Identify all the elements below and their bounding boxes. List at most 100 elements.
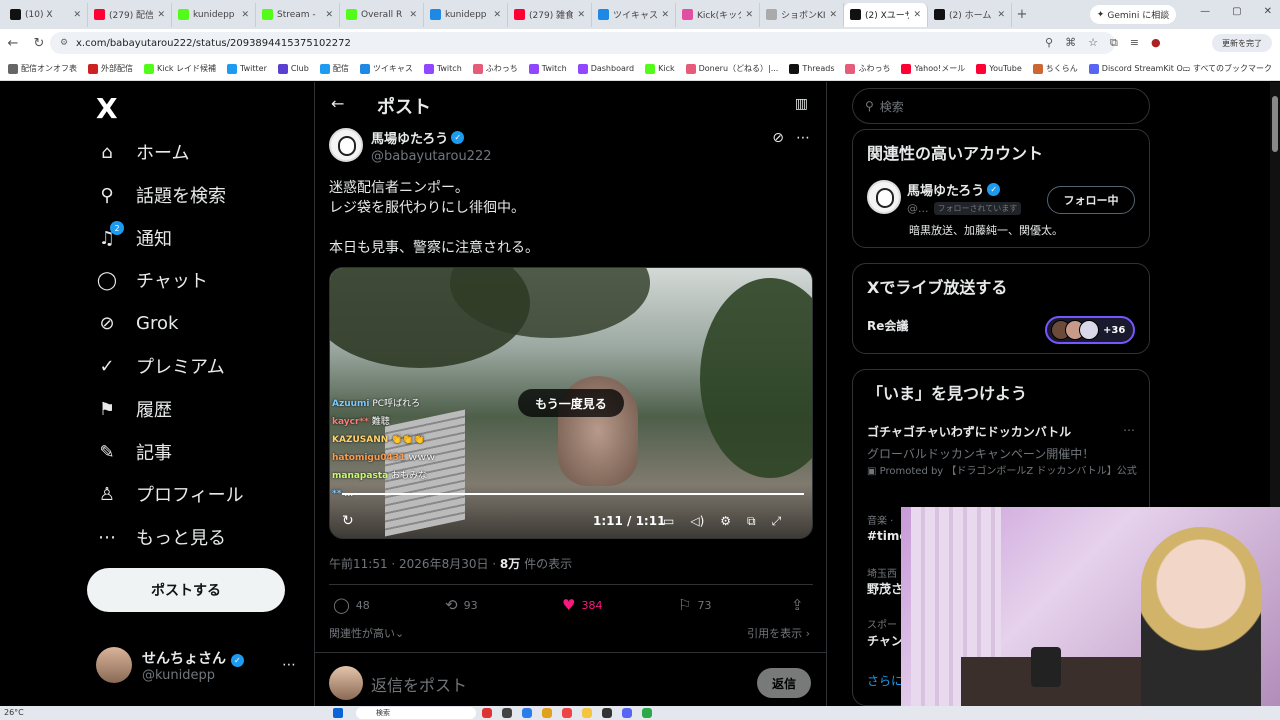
bookmark-item[interactable]: Twitch [528,63,567,74]
tab-close-icon[interactable]: ✕ [325,10,333,20]
bookmark-item[interactable]: Twitch [423,63,462,74]
browser-tab[interactable]: (2) Xユーザ ✕ [844,2,928,27]
bookmark-item[interactable]: Kick レイド候補 [144,63,216,74]
browser-tab[interactable]: Stream - ✕ [256,2,340,27]
nav-item-premium[interactable]: ✓ プレミアム [96,346,224,386]
replay-button[interactable]: もう一度見る [518,389,624,417]
related-avatar[interactable] [867,180,901,214]
sort-relevance[interactable]: 関連性が高い⌄ [329,625,404,641]
browser-tab[interactable]: (2) ホーム / ✕ [928,2,1012,27]
more-dots-icon[interactable]: ⋯ [282,657,296,673]
author-handle[interactable]: @babayutarou222 [371,149,492,164]
more-options-icon[interactable]: ⋯ [796,130,810,146]
extensions-icon[interactable]: ⧉ [1110,36,1118,50]
trend-title[interactable]: ゴチャゴチャいわずにドッカンバトル [867,423,1071,440]
bookmark-item[interactable]: Dashboard [577,63,634,74]
maximize-icon[interactable]: ▢ [1232,6,1241,17]
tab-close-icon[interactable]: ✕ [157,10,165,20]
tab-close-icon[interactable]: ✕ [409,10,417,20]
repost-action[interactable]: ⟲ 93 [445,596,478,614]
bookmark-action[interactable]: ⚐ 73 [678,596,711,614]
app-icon[interactable] [582,708,592,718]
all-bookmarks[interactable]: ▭ すべてのブックマーク [1183,63,1272,74]
bookmark-item[interactable]: ふわっち [845,63,890,74]
post-author[interactable]: 馬場ゆたろう ✓ @babayutarou222 [329,128,492,164]
author-avatar[interactable] [329,128,363,162]
profile-avatar-icon[interactable]: ● [1151,36,1161,50]
app-icon[interactable] [542,708,552,718]
settings-icon[interactable]: ⚙ [720,514,731,529]
app-icon[interactable] [502,708,512,718]
pip-icon[interactable]: ⧉ [747,514,756,529]
tab-close-icon[interactable]: ✕ [997,10,1005,20]
browser-tab[interactable]: kunidepp ✕ [424,2,508,27]
search-input[interactable]: ⚲ 検索 [852,88,1150,124]
bookmark-item[interactable]: Discord StreamKit O... [1088,63,1190,74]
close-window-icon[interactable]: ✕ [1264,6,1272,17]
volume-icon[interactable]: ◁) [690,514,704,529]
bookmark-item[interactable]: 外部配信 [88,63,133,74]
gemini-button[interactable]: ✦ Gemini に相談 [1090,5,1176,24]
post-timestamp[interactable]: 午前11:51 · 2026年8月30日 · [329,557,500,571]
author-name[interactable]: 馬場ゆたろう [371,128,448,147]
reload-icon[interactable]: ↻ [26,36,52,51]
app-icon[interactable] [622,708,632,718]
site-info-icon[interactable]: ⚙ [60,38,68,48]
bookmark-item[interactable]: Doneru（どねる）|... [685,63,778,74]
post-button[interactable]: ポストする [87,568,285,612]
translate-icon[interactable]: ⌘ [1065,36,1076,50]
nav-item-grok[interactable]: ⊘ Grok [96,303,178,343]
share-action[interactable]: ⇪ [791,596,804,614]
browser-tab[interactable]: kunidepp ✕ [172,2,256,27]
show-more-link[interactable]: さらに [867,672,903,689]
grok-icon[interactable]: ⊘ [772,130,784,146]
related-name[interactable]: 馬場ゆたろう [907,180,984,199]
browser-tab[interactable]: (279) 雑食 ✕ [508,2,592,27]
nav-item-chat[interactable]: ◯ チャット [96,260,208,300]
live-participants[interactable]: +36 [1045,316,1135,344]
browser-tab[interactable]: Kick(キック ✕ [676,2,760,27]
bookmark-item[interactable]: ちくらん [1032,63,1078,74]
nav-item-articles[interactable]: ✎ 記事 [96,432,172,472]
nav-item-home[interactable]: ⌂ ホーム [96,132,189,172]
tab-close-icon[interactable]: ✕ [745,10,753,20]
bookmark-item[interactable]: YouTube [976,63,1022,74]
trend-name[interactable]: チャン [867,632,903,649]
menu-list-icon[interactable]: ≡ [1130,36,1139,50]
browser-tab[interactable]: ショボンKICK✕ [760,2,844,27]
minimize-icon[interactable]: — [1200,6,1210,17]
tab-close-icon[interactable]: ✕ [913,10,921,20]
tab-close-icon[interactable]: ✕ [493,10,501,20]
nav-item-profile[interactable]: ♙ プロフィール [96,474,244,514]
tab-close-icon[interactable]: ✕ [73,10,81,20]
trend-name[interactable]: 野茂さ [867,580,903,597]
reply-action[interactable]: ◯ 48 [333,596,370,614]
bookmark-item[interactable]: ふわっち [472,63,518,74]
browser-tab[interactable]: Overall R ✕ [340,2,424,27]
live-space-label[interactable]: Re会議 [867,317,908,334]
reply-button[interactable]: 返信 [757,668,811,698]
fullscreen-icon[interactable]: ⤢ [772,514,782,529]
video-player[interactable]: Azuumi PC呼ばれろ kaycr** 難聴 KAZUSANN 👏👏👏 hatom… [329,267,813,539]
back-arrow-icon[interactable]: ← [331,94,344,113]
start-icon[interactable] [333,708,343,718]
app-icon[interactable] [522,708,532,718]
video-progress-bar[interactable] [342,493,804,495]
zoom-icon[interactable]: ⚲ [1045,36,1053,50]
taskbar-search[interactable]: 検索 [356,707,476,719]
tab-close-icon[interactable]: ✕ [661,10,669,20]
url-field[interactable]: ⚙ x.com/babayutarou222/status/20938944153… [50,32,1115,54]
app-icon[interactable] [642,708,652,718]
browser-tab[interactable]: (10) X ✕ [4,2,88,27]
nav-item-explore[interactable]: ⚲ 話題を検索 [96,175,226,215]
bookmark-item[interactable]: Club [277,63,309,74]
app-icon[interactable] [562,708,572,718]
star-icon[interactable]: ☆ [1088,36,1098,50]
bookmark-item[interactable]: Yahoo!メール [901,63,965,74]
browser-tab[interactable]: ツイキャス ✕ [592,2,676,27]
captions-icon[interactable]: ▭ [663,514,674,529]
related-account[interactable]: 馬場ゆたろう ✓ @... フォローされています [867,180,1022,215]
reply-input[interactable]: 返信をポスト [371,672,467,696]
account-switcher[interactable]: せんちょさん ✓ @kunidepp [96,647,244,683]
tab-close-icon[interactable]: ✕ [577,10,585,20]
